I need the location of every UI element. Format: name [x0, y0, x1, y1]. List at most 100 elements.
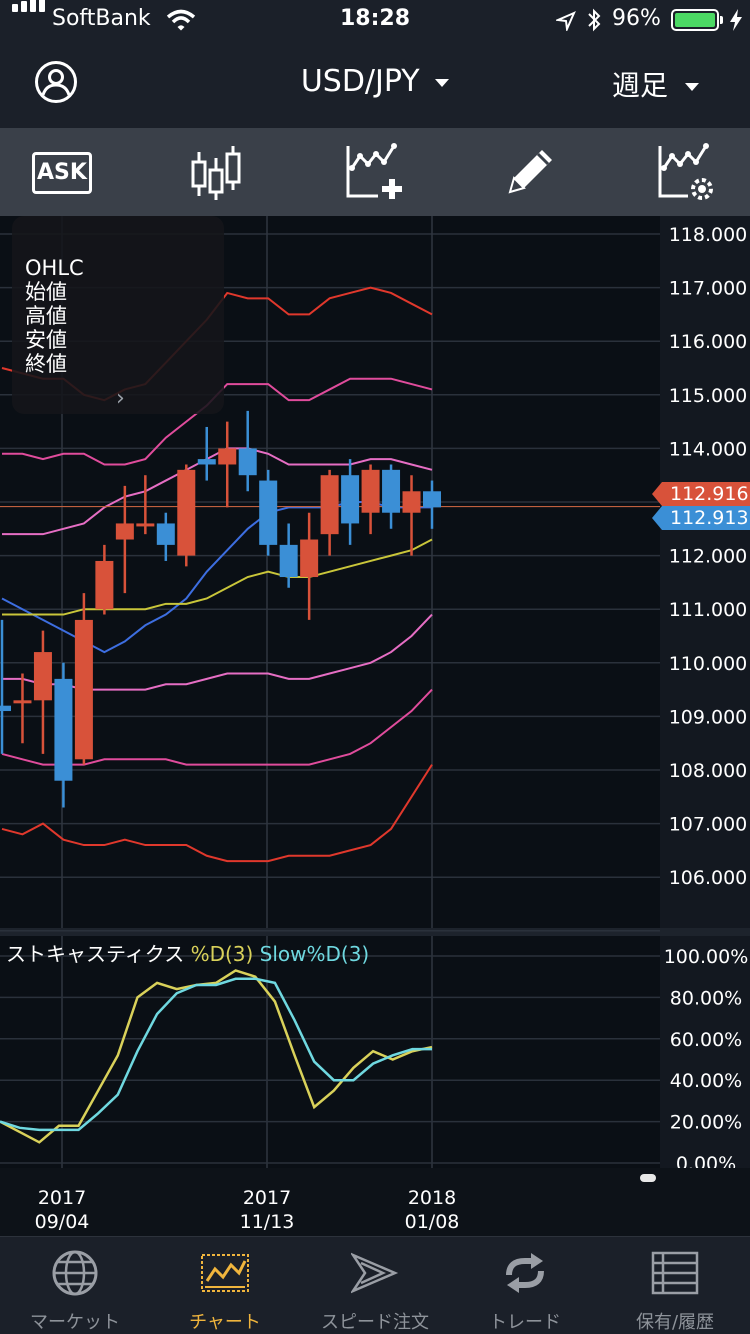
period-selector[interactable]: 週足: [612, 64, 699, 104]
candle-body: [279, 544, 298, 578]
stochastics-title: ストキャスティクス: [6, 942, 185, 966]
candle-body: [74, 619, 93, 760]
history-icon: [651, 1251, 699, 1295]
tab-trade[interactable]: トレード: [450, 1237, 600, 1334]
candle-body: [115, 523, 134, 540]
tab-label: チャート: [189, 1312, 261, 1333]
candle-body: [54, 678, 73, 781]
price-axis-label: 114.000: [669, 438, 748, 460]
candle-body: [136, 523, 155, 527]
tab-label: スピード注文: [321, 1312, 429, 1333]
ask-toggle-button[interactable]: ASK: [30, 140, 100, 204]
tab-market[interactable]: マーケット: [0, 1237, 150, 1334]
battery-percent: 96%: [612, 6, 661, 31]
tab-history[interactable]: 保有/履歴: [600, 1237, 750, 1334]
stoch-axis-label: 80.00%: [670, 987, 742, 1009]
price-axis-label: 108.000: [669, 760, 748, 782]
status-bar: SoftBank 18:28 96%: [0, 0, 750, 40]
scroll-indicator: [640, 1174, 656, 1182]
tab-label: トレード: [489, 1312, 561, 1333]
currency-pair-label: USD/JPY: [300, 64, 420, 99]
candle-body: [13, 700, 32, 704]
chart-toolbar: ASK: [0, 128, 750, 216]
ohlc-open-label: 始値: [25, 280, 67, 304]
tab-speed-order[interactable]: スピード注文: [300, 1237, 450, 1334]
tab-label: マーケット: [30, 1312, 120, 1333]
candle-body: [218, 448, 237, 465]
chart-icon: [201, 1254, 249, 1292]
price-axis-label: 116.000: [669, 331, 748, 353]
chevron-down-icon: [435, 78, 450, 87]
stoch-axis-label: 40.00%: [670, 1070, 742, 1092]
stochastics-legend: ストキャスティクス %D(3) Slow%D(3): [6, 938, 369, 967]
price-axis-label: 106.000: [669, 867, 748, 889]
bluetooth-icon: [588, 8, 601, 32]
price-axis-label: 112.000: [669, 546, 748, 568]
battery-icon: [671, 9, 719, 31]
globe-icon: [52, 1250, 98, 1296]
price-axis-label: 109.000: [669, 706, 748, 728]
time-label-1: 2017 09/04: [22, 1186, 102, 1234]
chevron-right-icon[interactable]: ›: [116, 386, 125, 411]
bid-price-tag: 112.913: [652, 506, 750, 530]
period-label: 週足: [612, 69, 669, 102]
chart-header: USD/JPY 週足: [0, 40, 750, 128]
stoch-axis-label: 60.00%: [670, 1029, 742, 1051]
time-label-date: 11/13: [239, 1211, 295, 1233]
stochastics-slow-label: Slow%D(3): [259, 942, 370, 966]
candlestick-type-button[interactable]: [182, 140, 252, 204]
speed-order-icon: [351, 1252, 399, 1294]
price-axis-label: 107.000: [669, 814, 748, 836]
trade-icon: [506, 1253, 544, 1293]
ask-price-tag: 112.916: [652, 482, 750, 506]
candle-body: [33, 652, 52, 701]
location-arrow-icon: [556, 11, 576, 31]
price-axis-label: 111.000: [669, 599, 748, 621]
tab-chart[interactable]: チャート: [150, 1237, 300, 1334]
chart-area[interactable]: 118.000117.000116.000115.000114.000113.0…: [0, 216, 750, 1236]
time-label-3: 2018 01/08: [392, 1186, 472, 1234]
chevron-down-icon: [684, 83, 699, 91]
time-axis-background: [0, 1168, 750, 1236]
candle-body: [382, 469, 401, 513]
stoch-axis-label: 100.00%: [664, 946, 749, 968]
price-axis-label: 115.000: [669, 385, 748, 407]
drawing-tool-button[interactable]: [496, 140, 566, 204]
ohlc-close-label: 終値: [25, 352, 67, 376]
time-label-date: 01/08: [404, 1211, 460, 1233]
candle-body: [320, 475, 339, 535]
price-axis-label: 110.000: [669, 653, 748, 675]
candle-body: [300, 539, 319, 578]
charging-bolt-icon: [730, 9, 742, 31]
ohlc-low-label: 安値: [25, 328, 67, 352]
candle-body: [156, 523, 175, 545]
candle-body: [0, 705, 11, 712]
candle-body: [177, 469, 196, 556]
battery-tip-icon: [720, 16, 723, 24]
candle-body: [197, 459, 216, 465]
candle-body: [361, 469, 380, 513]
candle-body: [95, 560, 114, 610]
tab-bar: マーケット チャート スピード注文 トレード 保有/履歴: [0, 1236, 750, 1334]
ohlc-title: OHLC: [25, 256, 84, 280]
stoch-axis-label: 20.00%: [670, 1112, 742, 1134]
ohlc-panel[interactable]: OHLC 始値 高値 安値 終値 ›: [12, 216, 224, 414]
price-axis-label: 118.000: [669, 224, 748, 246]
chart-settings-button[interactable]: [650, 140, 720, 204]
price-axis-label: 117.000: [669, 278, 748, 300]
candle-body: [341, 475, 360, 524]
candle-body: [259, 480, 278, 545]
panel-divider: [0, 928, 750, 936]
candle-body: [238, 448, 257, 476]
candle-body: [423, 491, 441, 508]
stochastics-d-label: %D(3): [190, 942, 254, 966]
time-label-year: 2017: [37, 1187, 87, 1209]
add-indicator-button[interactable]: [338, 140, 408, 204]
ask-label: ASK: [32, 152, 92, 194]
time-label-year: 2018: [407, 1187, 457, 1209]
time-label-year: 2017: [242, 1187, 292, 1209]
time-label-date: 09/04: [34, 1211, 90, 1233]
time-label-2: 2017 11/13: [227, 1186, 307, 1234]
stoch-plot-background: [0, 936, 660, 1168]
ohlc-high-label: 高値: [25, 304, 67, 328]
